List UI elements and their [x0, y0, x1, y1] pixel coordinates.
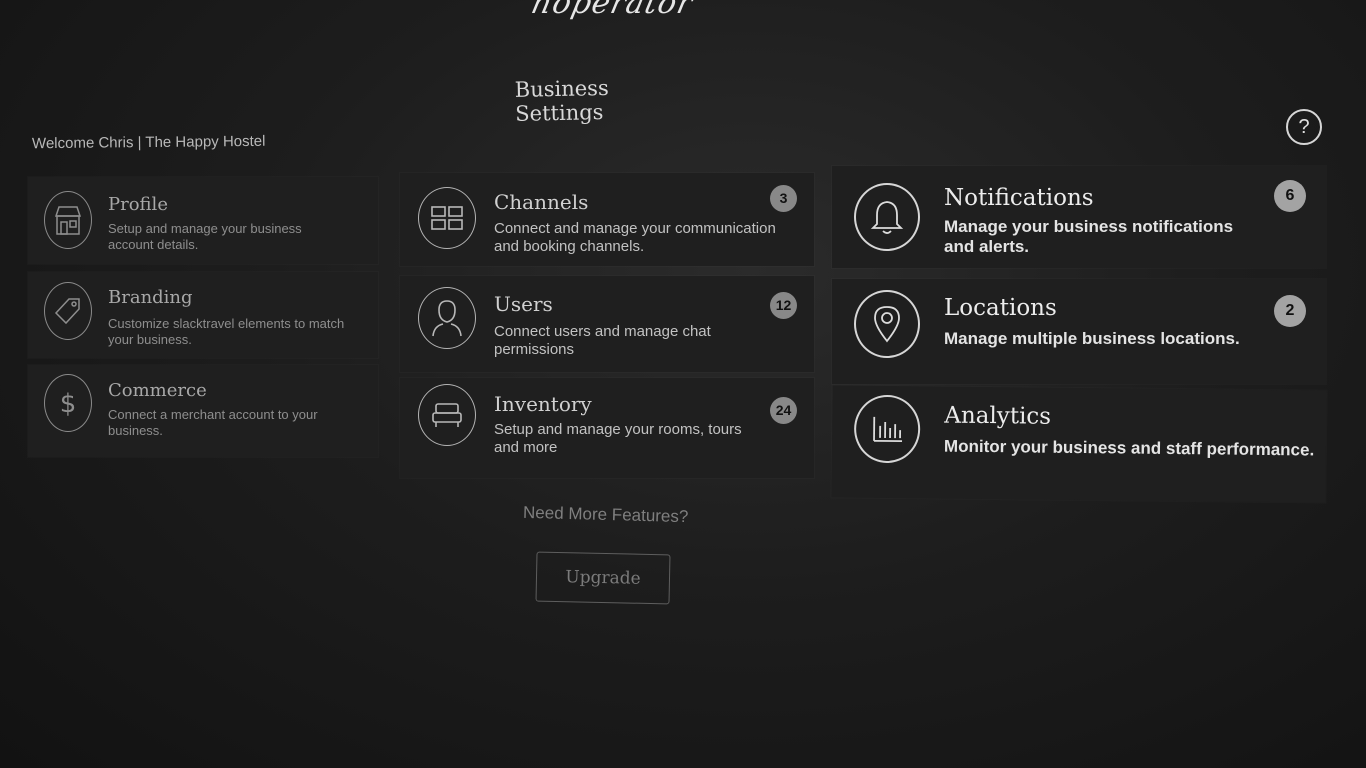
card-title: Channels — [494, 190, 589, 214]
user-icon — [418, 287, 476, 349]
bar-chart-icon — [853, 394, 921, 464]
svg-text:$: $ — [60, 389, 77, 419]
card-description: Connect a merchant account to your busin… — [108, 407, 318, 438]
card-description: Connect and manage your communication an… — [494, 220, 776, 255]
bell-icon — [854, 183, 920, 251]
card-title: Commerce — [108, 380, 207, 401]
card-description: Customize slacktravel elements to match … — [108, 316, 345, 347]
need-more-features-text: Need More Features? — [522, 502, 689, 527]
tag-icon — [44, 282, 92, 340]
page-title: Business Settings — [514, 75, 609, 126]
dollar-icon: $ — [44, 374, 92, 432]
count-badge: 6 — [1274, 180, 1306, 212]
card-title: Branding — [108, 287, 193, 308]
upgrade-button[interactable]: Upgrade — [535, 551, 671, 605]
grid-icon — [418, 187, 476, 249]
card-title: Notifications — [944, 185, 1094, 211]
help-button[interactable]: ? — [1286, 109, 1322, 145]
card-description: Setup and manage your business account d… — [108, 221, 302, 252]
count-badge: 2 — [1274, 295, 1306, 327]
welcome-text: Welcome Chris | The Happy Hostel — [31, 132, 266, 153]
card-notifications[interactable]: Notifications Manage your business notif… — [832, 166, 1326, 268]
card-channels[interactable]: Channels Connect and manage your communi… — [400, 173, 814, 266]
card-profile[interactable]: Profile Setup and manage your business a… — [28, 177, 378, 264]
brand-logo: hoperator — [528, 0, 697, 21]
card-title: Locations — [944, 295, 1057, 321]
map-pin-icon — [854, 290, 920, 358]
count-badge: 12 — [770, 292, 797, 319]
card-inventory[interactable]: Inventory Setup and manage your rooms, t… — [400, 378, 814, 478]
card-users[interactable]: Users Connect users and manage chat perm… — [400, 276, 814, 372]
card-title: Users — [494, 292, 553, 316]
card-description: Manage your business notifications and a… — [944, 217, 1234, 257]
card-description: Monitor your business and staff performa… — [943, 436, 1315, 460]
card-description: Connect users and manage chat permission… — [494, 323, 711, 358]
bed-icon — [418, 384, 476, 446]
card-title: Profile — [108, 194, 168, 215]
card-commerce[interactable]: $ Commerce Connect a merchant account to… — [28, 365, 378, 457]
card-locations[interactable]: Locations Manage multiple business locat… — [832, 279, 1326, 384]
count-badge: 3 — [770, 185, 797, 212]
card-branding[interactable]: Branding Customize slacktravel elements … — [28, 272, 378, 358]
storefront-icon — [44, 191, 92, 249]
card-description: Setup and manage your rooms, tours and m… — [494, 421, 742, 456]
card-description: Manage multiple business locations. — [944, 329, 1240, 348]
card-title: Analytics — [944, 402, 1052, 430]
card-title: Inventory — [494, 392, 592, 416]
count-badge: 24 — [770, 397, 797, 424]
card-analytics[interactable]: Analytics Monitor your business and staf… — [831, 385, 1327, 503]
